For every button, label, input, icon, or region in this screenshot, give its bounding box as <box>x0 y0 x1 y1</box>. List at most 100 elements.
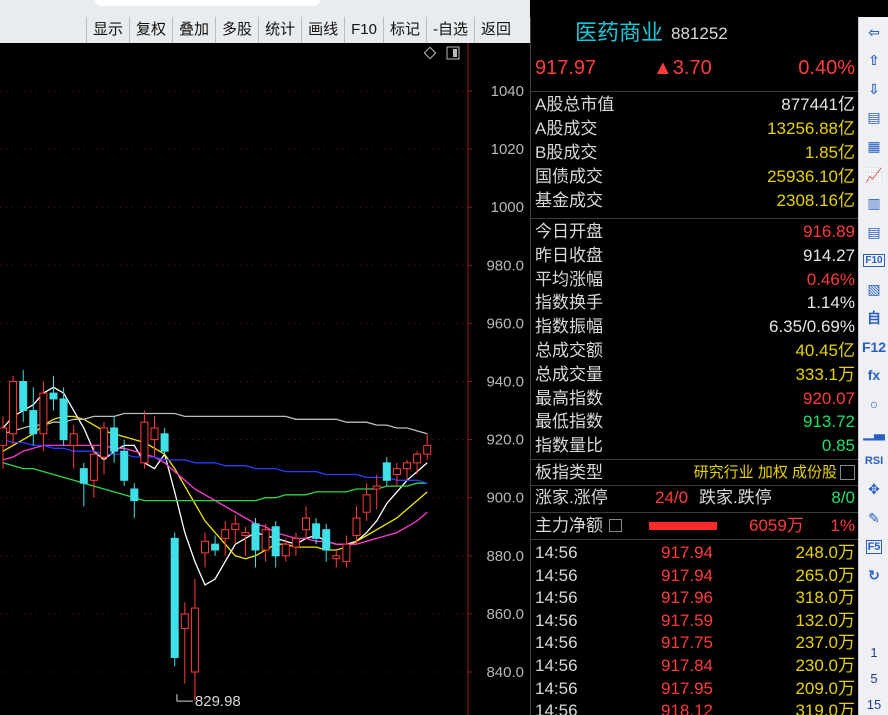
move-icon[interactable]: ✥ <box>863 479 885 501</box>
candle <box>49 375 58 411</box>
fx-icon[interactable]: fx <box>863 364 885 386</box>
line-chart-icon[interactable]: 📈 <box>863 164 885 186</box>
tick-volume: 132.0万 <box>795 610 855 630</box>
kline-chart-icon[interactable]: ▥ <box>863 193 885 215</box>
fall-limit-label: 跌家.跌停 <box>699 488 772 507</box>
f12-icon[interactable]: F12 <box>862 336 886 358</box>
rsi-icon-label: RSI <box>864 455 884 467</box>
candle-body-down <box>110 427 119 452</box>
pencil-icon[interactable]: ✎ <box>863 507 885 529</box>
period-5-button[interactable]: 5 <box>859 671 888 686</box>
divider <box>531 512 859 513</box>
index-stat-label: 今日开盘 <box>535 222 603 241</box>
candle <box>221 520 230 556</box>
multi-stock-button[interactable]: 多股 <box>215 17 258 43</box>
tick-row: 14:56 917.96 318.0万 <box>531 586 859 610</box>
candle <box>302 506 310 539</box>
candle <box>372 474 381 510</box>
arrow-down-icon[interactable]: ⇩ <box>863 78 885 100</box>
tick-time: 14:56 <box>535 656 578 675</box>
period-1-button[interactable]: 1 <box>859 645 888 660</box>
self-select-icon[interactable]: 自 <box>863 307 885 329</box>
tick-price: 917.84 <box>661 656 713 675</box>
candle <box>110 416 119 463</box>
details-icon[interactable] <box>840 465 855 480</box>
statistics-button[interactable]: 统计 <box>258 17 301 43</box>
remove-watchlist-button[interactable]: -自选 <box>425 17 474 43</box>
grid-icon[interactable]: ▦ <box>863 135 885 157</box>
tree-icon[interactable]: ▧ <box>863 278 885 300</box>
candle-body-up <box>372 485 381 490</box>
divider <box>531 218 859 219</box>
candle <box>423 433 432 460</box>
refresh-icon[interactable]: ↻ <box>863 564 885 586</box>
market-stat-row: A股成交 13256.88亿 <box>531 117 859 141</box>
diamond-icon[interactable] <box>423 46 437 60</box>
flow-details-icon[interactable] <box>609 519 622 532</box>
period-15-button[interactable]: 15 <box>859 697 888 712</box>
tick-volume: 265.0万 <box>795 565 855 585</box>
index-stat-row: 指数换手 1.14% <box>531 291 859 315</box>
index-stat-value: 913.72 <box>803 412 855 432</box>
y-tick-label: 920.0 <box>486 432 524 449</box>
candle <box>29 387 38 446</box>
list-icon[interactable]: ▤ <box>863 107 885 129</box>
candle <box>413 451 422 475</box>
candle <box>19 369 28 423</box>
f10-button[interactable]: F10 <box>344 17 383 43</box>
candle <box>9 375 18 446</box>
back-button[interactable]: 返回 <box>473 17 517 43</box>
mark-button[interactable]: 标记 <box>382 17 426 43</box>
volume-icon[interactable]: ▁▃ <box>863 421 885 443</box>
candle-body-down <box>271 526 280 557</box>
candle <box>332 549 341 568</box>
sector-type-label: 板指类型 <box>535 463 603 482</box>
y-tick-label: 960.0 <box>486 315 524 332</box>
kline-chart-svg[interactable]: 829.98 1040 1020 1000 980.0 960.0 940.0 920.0 9… <box>0 43 530 715</box>
tick-time: 14:56 <box>535 633 578 653</box>
rise-limit-label: 涨家.涨停 <box>535 488 608 507</box>
price-change: ▲3.70 <box>653 57 712 79</box>
candle <box>160 427 169 455</box>
tick-price: 917.94 <box>661 543 713 562</box>
index-stat-label: 昨日收盘 <box>535 245 603 265</box>
circle-icon[interactable]: ○ <box>863 393 885 415</box>
market-stat-label: A股总市值 <box>535 95 615 114</box>
overlay-button[interactable]: 叠加 <box>172 17 215 43</box>
tick-price: 917.96 <box>661 588 713 608</box>
f5-icon[interactable]: F5 <box>863 536 885 558</box>
index-stat-row: 指数振幅 6.35/0.69% <box>531 315 859 339</box>
divider <box>531 459 859 460</box>
index-stat-value: 916.89 <box>803 222 855 241</box>
tick-volume: 319.0万 <box>795 701 855 715</box>
adjust-button[interactable]: 复权 <box>129 17 172 43</box>
market-stat-label: 国债成交 <box>535 167 603 186</box>
arrow-left-icon[interactable]: ⇦ <box>863 21 885 43</box>
main-flow-bar <box>649 522 717 530</box>
show-button[interactable]: 显示 <box>86 17 129 43</box>
panel-toggle-icon[interactable] <box>446 46 460 60</box>
main-flow-row: 主力净额 6059万 1% <box>531 514 859 538</box>
f5-icon-label: F5 <box>865 539 883 554</box>
main-flow-label: 主力净额 <box>535 516 603 535</box>
index-stat-row: 最低指数 913.72 <box>531 410 859 434</box>
draw-line-button[interactable]: 画线 <box>301 17 344 43</box>
candle-body-down <box>160 433 169 452</box>
candle-body-down <box>120 450 129 481</box>
kline-chart[interactable]: 829.98 1040 1020 1000 980.0 960.0 940.0 920.0 9… <box>0 43 530 715</box>
table-icon[interactable]: ▤ <box>863 221 885 243</box>
candle-body-up <box>180 613 189 629</box>
market-stat-row: 基金成交 2308.16亿 <box>531 189 859 213</box>
tick-time: 14:56 <box>535 610 578 630</box>
quote-panel: 医药商业 881252 917.97 ▲3.70 0.40% A股总市值 8774… <box>530 17 859 715</box>
tick-row: 14:56 917.94 265.0万 <box>531 564 859 588</box>
candle-body-up <box>69 433 78 446</box>
tick-price: 917.94 <box>661 565 713 585</box>
rsi-icon[interactable]: RSI <box>863 450 885 472</box>
y-tick-label: 980.0 <box>486 257 524 274</box>
candle <box>59 387 68 446</box>
tick-price: 918.12 <box>661 701 713 715</box>
arrow-up-icon[interactable]: ⇧ <box>863 50 885 72</box>
search-box-edge[interactable] <box>95 0 320 6</box>
f10-icon[interactable]: F10 <box>863 250 885 272</box>
